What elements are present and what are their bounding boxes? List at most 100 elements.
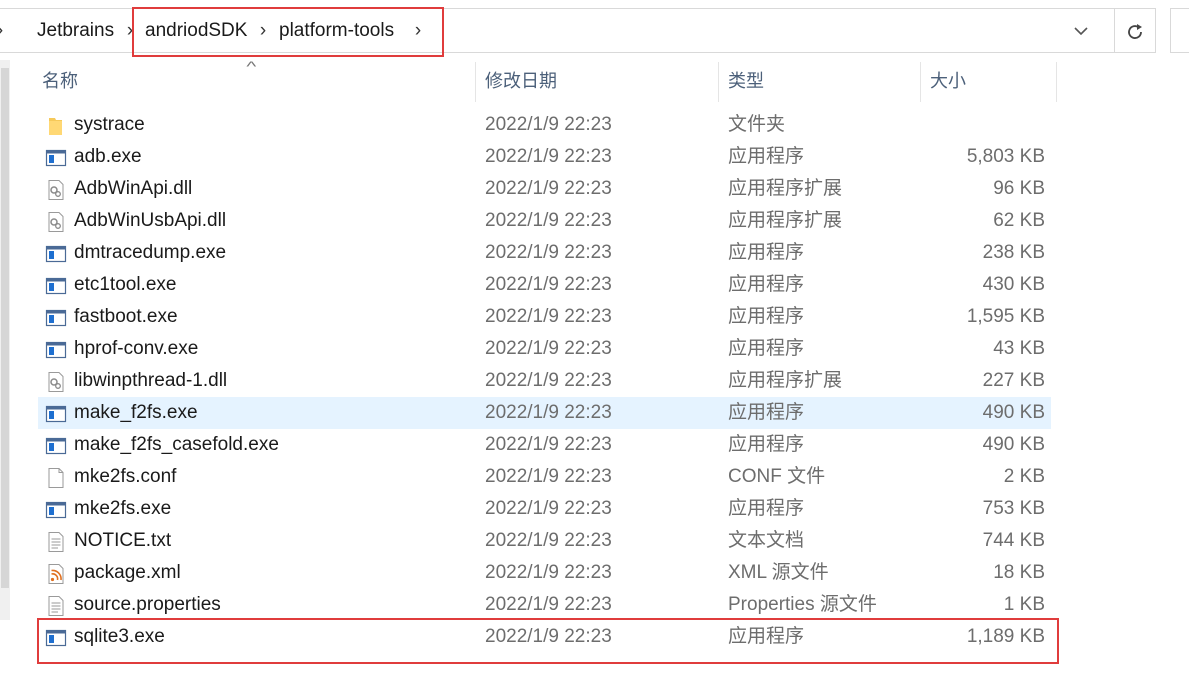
file-name[interactable]: make_f2fs.exe — [74, 397, 198, 429]
file-name[interactable]: dmtracedump.exe — [74, 237, 226, 269]
breadcrumb-andriodsdk[interactable]: andriodSDK — [145, 9, 247, 52]
file-modified-date: 2022/1/9 22:23 — [485, 594, 612, 615]
file-modified-date: 2022/1/9 22:23 — [485, 114, 612, 135]
dll-icon — [45, 179, 67, 201]
breadcrumb-separator-icon[interactable]: › — [123, 9, 137, 52]
column-divider[interactable] — [718, 62, 719, 102]
column-header-type[interactable]: 类型 — [728, 60, 764, 102]
file-name[interactable]: NOTICE.txt — [74, 525, 171, 557]
address-bar[interactable]: › Jetbrains › andriodSDK › platform-tool… — [0, 8, 1116, 53]
file-row[interactable]: libwinpthread-1.dll 2022/1/9 22:23 应用程序扩展 2… — [0, 365, 1189, 397]
file-type: 应用程序扩展 — [728, 178, 843, 199]
file-row[interactable]: fastboot.exe 2022/1/9 22:23 应用程序 1,595 KB — [0, 301, 1189, 333]
file-name[interactable]: adb.exe — [74, 141, 142, 173]
file-name[interactable]: mke2fs.exe — [74, 493, 171, 525]
exe-icon — [45, 435, 67, 457]
text-file-icon — [45, 595, 67, 617]
breadcrumb-jetbrains[interactable]: Jetbrains — [37, 9, 114, 52]
file-type: 应用程序 — [728, 306, 805, 327]
file-modified-date: 2022/1/9 22:23 — [485, 402, 612, 423]
file-name[interactable]: systrace — [74, 109, 145, 141]
breadcrumb-platform-tools[interactable]: platform-tools — [279, 9, 394, 52]
file-row[interactable]: AdbWinUsbApi.dll 2022/1/9 22:23 应用程序扩展 62 K… — [0, 205, 1189, 237]
file-name[interactable]: etc1tool.exe — [74, 269, 176, 301]
file-row[interactable]: AdbWinApi.dll 2022/1/9 22:23 应用程序扩展 96 KB — [0, 173, 1189, 205]
file-row[interactable]: dmtracedump.exe 2022/1/9 22:23 应用程序 238 KB — [0, 237, 1189, 269]
exe-icon — [45, 627, 67, 649]
file-explorer-window: › Jetbrains › andriodSDK › platform-tool… — [0, 0, 1189, 689]
file-row[interactable]: make_f2fs_casefold.exe 2022/1/9 22:23 应用程序… — [0, 429, 1189, 461]
file-size: 43 KB — [993, 338, 1045, 359]
file-type: 应用程序 — [728, 242, 805, 263]
file-modified-date: 2022/1/9 22:23 — [485, 178, 612, 199]
file-name[interactable]: make_f2fs_casefold.exe — [74, 429, 279, 461]
file-type: 应用程序 — [728, 626, 805, 647]
breadcrumb-separator-icon[interactable]: › — [256, 9, 270, 52]
file-size: 5,803 KB — [966, 146, 1045, 167]
file-name[interactable]: sqlite3.exe — [74, 621, 165, 653]
column-header-size[interactable]: 大小 — [930, 60, 966, 102]
column-header-name[interactable]: 名称 — [42, 60, 78, 102]
file-name[interactable]: AdbWinApi.dll — [74, 173, 192, 205]
file-type: 应用程序 — [728, 146, 805, 167]
breadcrumb-separator-icon[interactable]: › — [0, 9, 7, 52]
file-size: 18 KB — [993, 562, 1045, 583]
refresh-button[interactable] — [1114, 8, 1156, 53]
breadcrumb-separator-icon[interactable]: › — [411, 9, 425, 52]
file-row[interactable]: make_f2fs.exe 2022/1/9 22:23 应用程序 490 KB — [0, 397, 1189, 429]
file-type: 文件夹 — [728, 114, 786, 135]
file-type: 应用程序扩展 — [728, 370, 843, 391]
file-row[interactable]: etc1tool.exe 2022/1/9 22:23 应用程序 430 KB — [0, 269, 1189, 301]
exe-icon — [45, 275, 67, 297]
column-divider[interactable] — [1056, 62, 1057, 102]
file-modified-date: 2022/1/9 22:23 — [485, 530, 612, 551]
file-type: Properties 源文件 — [728, 594, 877, 615]
chevron-down-icon[interactable] — [1068, 9, 1094, 52]
file-modified-date: 2022/1/9 22:23 — [485, 146, 612, 167]
file-type: 应用程序 — [728, 338, 805, 359]
file-type: CONF 文件 — [728, 466, 826, 487]
column-divider[interactable] — [475, 62, 476, 102]
file-row[interactable]: mke2fs.conf 2022/1/9 22:23 CONF 文件 2 KB — [0, 461, 1189, 493]
file-list: systrace 2022/1/9 22:23 文件夹 adb.exe 2022/1/9… — [0, 109, 1189, 653]
file-size: 1 KB — [1003, 594, 1045, 615]
file-name[interactable]: libwinpthread-1.dll — [74, 365, 227, 397]
file-row[interactable]: adb.exe 2022/1/9 22:23 应用程序 5,803 KB — [0, 141, 1189, 173]
file-size: 62 KB — [993, 210, 1045, 231]
column-header-row: ^ 名称 修改日期 类型 大小 — [0, 58, 1189, 102]
file-size: 490 KB — [982, 402, 1045, 423]
file-size: 96 KB — [993, 178, 1045, 199]
file-type: 应用程序 — [728, 498, 805, 519]
file-type: 应用程序 — [728, 402, 805, 423]
file-row[interactable]: source.properties 2022/1/9 22:23 Propertie… — [0, 589, 1189, 621]
search-input[interactable] — [1170, 8, 1189, 53]
file-row[interactable]: systrace 2022/1/9 22:23 文件夹 — [0, 109, 1189, 141]
file-row[interactable]: hprof-conv.exe 2022/1/9 22:23 应用程序 43 KB — [0, 333, 1189, 365]
column-header-date[interactable]: 修改日期 — [485, 60, 557, 102]
file-modified-date: 2022/1/9 22:23 — [485, 370, 612, 391]
exe-icon — [45, 403, 67, 425]
file-name[interactable]: mke2fs.conf — [74, 461, 176, 493]
xml-icon — [45, 563, 67, 585]
sort-ascending-icon: ^ — [246, 58, 257, 74]
file-name[interactable]: package.xml — [74, 557, 181, 589]
file-modified-date: 2022/1/9 22:23 — [485, 210, 612, 231]
exe-icon — [45, 499, 67, 521]
file-type: 文本文档 — [728, 530, 805, 551]
file-row[interactable]: package.xml 2022/1/9 22:23 XML 源文件 18 KB — [0, 557, 1189, 589]
file-row[interactable]: NOTICE.txt 2022/1/9 22:23 文本文档 744 KB — [0, 525, 1189, 557]
file-name[interactable]: hprof-conv.exe — [74, 333, 198, 365]
column-divider[interactable] — [920, 62, 921, 102]
file-row[interactable]: sqlite3.exe 2022/1/9 22:23 应用程序 1,189 KB — [0, 621, 1189, 653]
file-name[interactable]: AdbWinUsbApi.dll — [74, 205, 226, 237]
file-type: 应用程序扩展 — [728, 210, 843, 231]
file-size: 1,595 KB — [966, 306, 1045, 327]
exe-icon — [45, 307, 67, 329]
file-type: 应用程序 — [728, 434, 805, 455]
refresh-icon — [1128, 24, 1142, 40]
file-name[interactable]: fastboot.exe — [74, 301, 178, 333]
file-name[interactable]: source.properties — [74, 589, 221, 621]
file-row[interactable]: mke2fs.exe 2022/1/9 22:23 应用程序 753 KB — [0, 493, 1189, 525]
file-modified-date: 2022/1/9 22:23 — [485, 338, 612, 359]
text-file-icon — [45, 531, 67, 553]
